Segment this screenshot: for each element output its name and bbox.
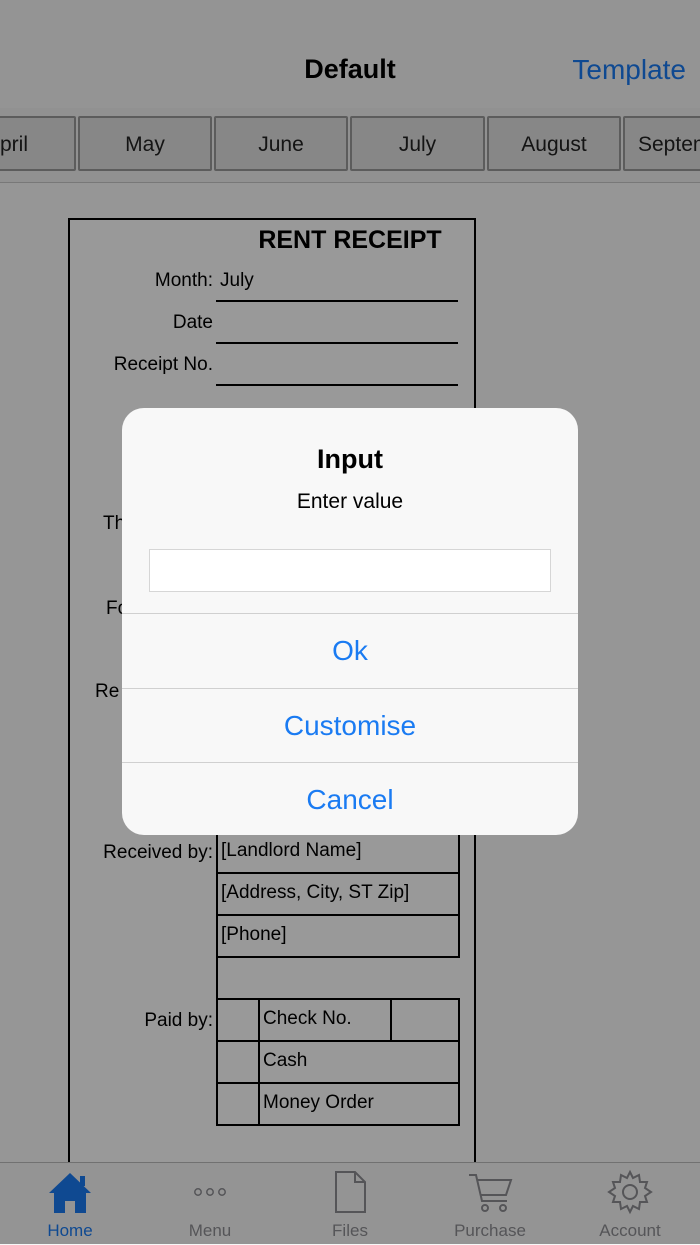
input-dialog: Input Enter value Ok Customise Cancel — [122, 408, 578, 835]
ok-button[interactable]: Ok — [122, 613, 578, 687]
dialog-message: Enter value — [296, 490, 404, 513]
cancel-button[interactable]: Cancel — [122, 762, 578, 835]
customise-button[interactable]: Customise — [122, 688, 578, 762]
dialog-title: Input — [317, 444, 383, 474]
value-input[interactable] — [149, 549, 551, 592]
